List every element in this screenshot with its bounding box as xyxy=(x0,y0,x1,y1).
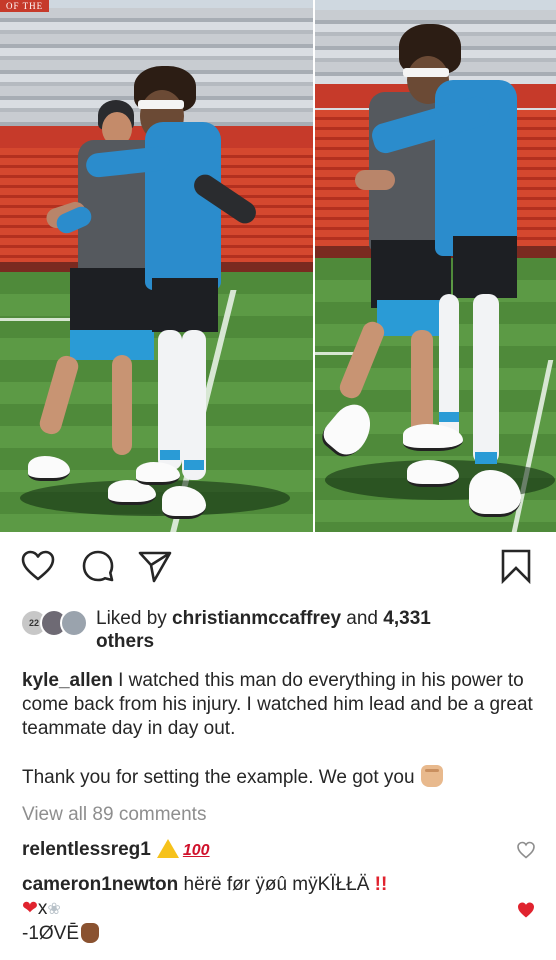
comment-text: hërë før ÿøû mÿKÏŁŁÄ xyxy=(178,874,370,895)
comment-row: relentlessreg1 100 xyxy=(22,838,210,863)
comment-x-text: x xyxy=(37,898,48,919)
likes-others-link[interactable]: others xyxy=(96,631,154,652)
paper-plane-icon[interactable] xyxy=(137,548,173,584)
likes-text: Liked by christianmccaffrey and 4,331 oth… xyxy=(96,607,536,653)
action-bar xyxy=(0,548,556,588)
comment-username-link[interactable]: cameron1newton xyxy=(22,874,178,895)
comment-signoff-text: -1ØVĒ xyxy=(22,923,80,944)
bookmark-icon[interactable] xyxy=(498,548,534,585)
red-heart-emoji-icon: ❤ xyxy=(22,898,38,919)
liker-avatars[interactable]: 22 xyxy=(20,609,88,637)
likes-middle: and xyxy=(341,608,384,629)
liker-username-link[interactable]: christianmccaffrey xyxy=(172,608,341,629)
caption-text-2: Thank you for setting the example. We go… xyxy=(22,767,415,788)
yard-line xyxy=(0,318,80,321)
raised-fist-emoji-icon xyxy=(420,765,443,787)
warning-emoji-icon xyxy=(156,839,179,858)
love-you-gesture-emoji-icon xyxy=(81,923,100,943)
likes-prefix: Liked by xyxy=(96,608,173,629)
comment-like-filled-icon[interactable] xyxy=(516,900,536,920)
yard-line xyxy=(315,352,355,355)
comment-username-link[interactable]: relentlessreg1 xyxy=(22,839,151,860)
post-caption: kyle_allen I watched this man do everyth… xyxy=(22,669,534,790)
heart-outline-icon[interactable] xyxy=(20,548,56,584)
likes-count-link[interactable]: 4,331 xyxy=(383,608,431,629)
stadium-sign: OF THE xyxy=(0,0,50,12)
hundred-emoji-icon: 100 xyxy=(182,842,210,859)
avatar xyxy=(60,609,88,637)
caption-username-link[interactable]: kyle_allen xyxy=(22,670,113,691)
double-exclamation-emoji: !! xyxy=(374,874,388,895)
comment-like-outline-icon[interactable] xyxy=(516,840,536,860)
post-photo-left[interactable]: OF THE xyxy=(0,0,313,532)
comment-bubble-icon[interactable] xyxy=(80,548,116,584)
dove-emoji-icon: ❀ xyxy=(47,901,61,918)
comment-row: cameron1newton hërë før ÿøû mÿKÏŁŁÄ !! ❤… xyxy=(22,873,492,946)
view-all-comments-link[interactable]: View all 89 comments xyxy=(22,804,206,826)
post-photo-right[interactable] xyxy=(315,0,556,532)
